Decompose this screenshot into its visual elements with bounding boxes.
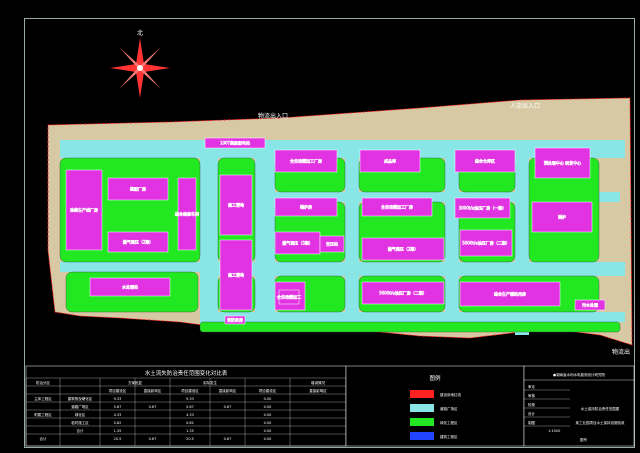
building-label: 5000t/a油压厂房（二期） <box>379 290 427 296</box>
scale-text: 1:1000 <box>548 429 560 433</box>
building-label: 3000t/a油压厂房（一期） <box>459 205 507 211</box>
building-label: 成品库 <box>384 158 396 164</box>
legend-swatch <box>410 390 434 398</box>
table-cell: 5.67 <box>186 405 194 409</box>
table-header: 防治分区 <box>36 380 50 385</box>
table-cell: 0.00 <box>264 437 272 441</box>
table-cell: 道路广场区 <box>71 404 89 409</box>
building-label: 燃气调压（3期） <box>282 240 313 246</box>
table-subheader: 直接影响区 <box>309 388 327 393</box>
table-cell: 9.33 <box>114 397 122 401</box>
table-cell: 合计 <box>40 436 47 441</box>
table-cell: 0.00 <box>264 397 272 401</box>
table-cell: 0.00 <box>264 405 272 409</box>
titleblock-row-label: 制图 <box>528 420 536 425</box>
north-label: 北 <box>137 29 143 37</box>
table-title: 水土流失防治责任范围变化对比表 <box>145 369 228 377</box>
titleblock-row-label: 设计 <box>528 411 536 416</box>
legend-label: 建筑工程区 <box>440 434 458 439</box>
table-subheader: 项目建设区 <box>259 388 277 393</box>
legend-label: 建设用地红线 <box>440 392 461 397</box>
people-entrance-label: 人流出入口 <box>510 102 540 110</box>
table-header: 实际发生 <box>203 380 217 385</box>
table-cell: 0.67 <box>149 437 157 441</box>
building-label: 锅炉 <box>558 214 566 220</box>
company-name: ●湖南省水利水电勘测设计研究院 <box>553 372 606 377</box>
legend-swatch <box>410 404 434 412</box>
table-cell: 0.67 <box>224 437 232 441</box>
drawing-title: 水土保持防治责任范围图 <box>581 406 620 411</box>
legend: 图例 建设用地红线道路广场区绿化工程区建筑工程区 <box>345 365 525 447</box>
titleblock-row-label: 审核 <box>528 393 536 398</box>
table-subheader: 项目建设区 <box>109 388 127 393</box>
table-cell: 0.00 <box>264 421 272 425</box>
building-label: 燃气调压（2期） <box>388 246 419 252</box>
table-cell: 主体工程区 <box>34 396 52 401</box>
table-header: 方案批复 <box>128 380 142 385</box>
building-label: 全自动精加工厂房 <box>381 204 413 210</box>
table-cell: 20.5 <box>114 437 122 441</box>
table-cell: 0.82 <box>186 421 194 425</box>
drawing-no: 图号 <box>580 437 588 442</box>
title-block: ●湖南省水利水电勘测设计研究院 审定审核校核设计制图 水土保持防治责任范围图 某… <box>523 365 635 447</box>
table-cell: 9.33 <box>186 397 194 401</box>
building-label: 5000t/a油压厂房（二期） <box>462 240 510 246</box>
building-label: 消防泵房 <box>227 317 243 323</box>
table-cell: 0.82 <box>114 421 122 425</box>
legend-swatch <box>410 432 434 440</box>
building-label: 污水处理 <box>582 302 598 308</box>
table-cell: 临时施工区 <box>71 420 89 425</box>
legend-swatch <box>410 418 434 426</box>
building-label: 预处理中心 研发中心 <box>544 160 581 166</box>
table-cell: 合计 <box>77 428 84 433</box>
logistics-entrance-left-label: 物流出入口 <box>258 112 288 120</box>
table-header: 增减情况 <box>311 380 325 385</box>
building-label: 锅炉房 <box>300 204 312 210</box>
compass <box>110 38 170 98</box>
legend-label: 道路广场区 <box>440 406 458 411</box>
responsibility-table: 水土流失防治责任范围变化对比表 防治分区 方案批复 实际发生 增减情况项目建设区 直接影… <box>25 365 347 447</box>
building-label: 施工营地 <box>228 272 244 278</box>
titleblock-row-label: 校核 <box>528 402 536 407</box>
table-cell: 建筑物及硬化区 <box>68 396 93 401</box>
building-label: 综合维修车间 <box>175 211 199 217</box>
legend-title: 图例 <box>429 374 441 382</box>
table-cell: 绿化区 <box>75 412 86 417</box>
table-subheader: 直接影响区 <box>144 388 162 393</box>
building-label: 装配厂房 <box>130 186 146 192</box>
titleblock-row-label: 审定 <box>528 384 536 389</box>
building-label: 全自动精加工厂房 <box>290 158 322 164</box>
table-cell: 0.00 <box>264 429 272 433</box>
table-subheader: 直接影响区 <box>219 388 237 393</box>
table-cell: 0.00 <box>264 413 272 417</box>
table-cell: 4.33 <box>186 413 194 417</box>
table-cell: 附属工程区 <box>34 412 52 417</box>
building-label: 综合仓库区 <box>475 158 495 164</box>
table-cell: 4.33 <box>114 413 122 417</box>
building-label: 燃气调压（2期） <box>123 239 154 245</box>
table-cell: 20.5 <box>186 437 194 441</box>
table-cell: 0.67 <box>224 405 232 409</box>
building-label: 施工营地 <box>228 202 244 208</box>
building-label: 100T高级配电站 <box>220 140 250 146</box>
table-subheader: 项目建设区 <box>181 388 199 393</box>
green-block <box>199 321 621 333</box>
project-name: 某工业园项目水土保持设施验收 <box>576 420 625 425</box>
logistics-entrance-right-label: 物流出 <box>612 348 630 356</box>
site-plan-drawing: 100T高级配电站全自动精加工厂房 成品库 综合仓库区 预处理中心 研发中心涂装生产线… <box>25 29 635 447</box>
table-cell: 5.67 <box>114 405 122 409</box>
building-label: 涂装生产线厂房 <box>70 207 98 213</box>
table-cell: 1.35 <box>186 429 194 433</box>
table-cell: 1.35 <box>114 429 122 433</box>
building-label: 全自动精加工 <box>277 294 301 300</box>
building-label: 空压站 <box>326 241 338 247</box>
legend-label: 绿化工程区 <box>440 420 458 425</box>
table-cell: 0.67 <box>149 405 157 409</box>
building-label: 综合生产辅助用房 <box>494 291 526 297</box>
building-label: 水处理站 <box>122 284 138 290</box>
